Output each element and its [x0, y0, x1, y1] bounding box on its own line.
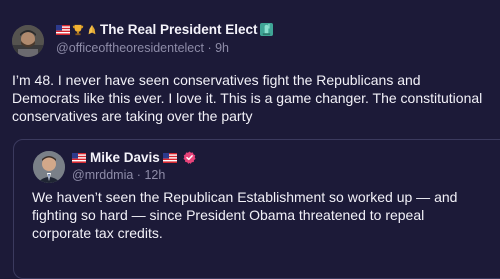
quoted-author-handle-line: @mrddmia · 12h [72, 168, 165, 182]
separator-dot: · [207, 41, 212, 55]
post-body-text: I’m 48. I never have seen conservatives … [12, 72, 483, 124]
author-avatar[interactable] [12, 25, 44, 57]
us-flag-emoji [162, 152, 177, 163]
verified-badge-icon [183, 151, 196, 164]
us-flag-emoji [56, 24, 70, 35]
post: The Real President Elect @officeoftheore… [0, 0, 500, 279]
quoted-author-handle[interactable]: @mrddmia [72, 168, 133, 182]
quoted-post-body-text: We haven’t seen the Republican Establish… [32, 189, 458, 241]
quoted-author-avatar[interactable] [33, 151, 65, 183]
author-handle[interactable]: @officeoftheoresidentelect [56, 41, 204, 55]
quoted-post-time[interactable]: 12h [144, 168, 165, 182]
quoted-post-card[interactable]: Mike Davis @mrddmia · 12h We haven’t see… [13, 139, 500, 279]
statue-of-liberty-emoji [259, 23, 273, 36]
author-handle-line: @officeoftheoresidentelect · 9h [56, 41, 229, 55]
separator-dot: · [136, 168, 141, 182]
quoted-author-name: Mike Davis [90, 150, 160, 165]
author-name: The Real President Elect [100, 22, 258, 37]
author-name-line[interactable]: The Real President Elect [56, 22, 275, 37]
praying-hands-emoji [88, 24, 96, 34]
trophy-emoji [72, 24, 84, 35]
us-flag-emoji [72, 152, 86, 163]
post-time[interactable]: 9h [215, 41, 229, 55]
quoted-author-name-line[interactable]: Mike Davis [72, 150, 196, 165]
